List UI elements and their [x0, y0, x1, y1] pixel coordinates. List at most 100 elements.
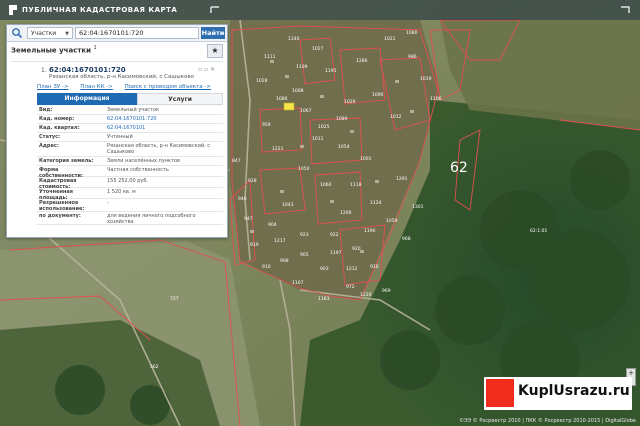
parcel-label: 1008	[292, 88, 304, 94]
info-label: Адрес:	[39, 143, 59, 149]
parcel-label: 1011	[312, 136, 324, 142]
info-label: по документу:	[39, 213, 81, 219]
watermark-logo-icon	[486, 379, 514, 407]
parcel-label: 1059	[386, 218, 398, 224]
info-row: Категория земель: Земли населённых пункто…	[37, 157, 223, 166]
info-label: Кад. номер:	[39, 116, 75, 122]
parcel-label: 969	[382, 288, 391, 294]
find-button[interactable]: Найти	[201, 27, 225, 39]
parcel-label: 1060	[320, 182, 332, 188]
info-value: -	[107, 200, 109, 206]
info-value: Земли населённых пунктов	[107, 158, 180, 164]
parcel-label: 1118	[350, 182, 362, 188]
parcel-label: 903	[320, 266, 329, 272]
parcel-label: 1054	[338, 144, 350, 150]
result-tabs: Информация Услуги	[37, 93, 223, 105]
parcel-label: 972	[346, 284, 355, 290]
parcel-label: 1086	[276, 96, 288, 102]
header-bar: ПУБЛИЧНАЯ КАДАСТРОВАЯ КАРТА	[0, 0, 640, 20]
info-label: Категория земель:	[39, 158, 94, 164]
parcel-label: 1220	[360, 292, 372, 298]
parcel-label: 1200	[340, 210, 352, 216]
results-count: 1	[93, 45, 97, 51]
search-input[interactable]	[75, 27, 199, 39]
parcel-label: 1027	[312, 46, 324, 52]
result-item[interactable]: 1. 62:04:1670101:720 Рязанская область, …	[11, 61, 223, 234]
fullscreen-icon[interactable]	[620, 6, 630, 14]
parcel-label: 1183	[318, 296, 330, 302]
parcel-label: 1012	[390, 114, 402, 120]
page-title: ПУБЛИЧНАЯ КАДАСТРОВАЯ КАРТА	[22, 6, 178, 14]
parcel-label: 62:1:01	[530, 228, 547, 234]
search-panel: Участки ▼ Найти Земельные участки 1 ★ 1.…	[6, 24, 228, 238]
info-label: Вид:	[39, 107, 53, 113]
parcel-label: 1067	[300, 108, 312, 114]
chevron-down-icon: ▼	[65, 31, 69, 37]
search-icon[interactable]	[11, 27, 23, 39]
result-tools-icon[interactable]: ▫▫✕	[198, 66, 217, 73]
info-value: для ведения личного подсобного хозяйства	[107, 213, 196, 225]
parcel-label: 1019	[420, 76, 432, 82]
link-plan-zu[interactable]: План ЗУ ->	[37, 84, 69, 90]
info-value: Учтенный	[107, 134, 133, 140]
parcel-label: 916	[370, 264, 379, 270]
result-address: Рязанская область, р-н Касимовский, с Са…	[49, 74, 194, 80]
favorite-star-icon[interactable]: ★	[207, 44, 223, 58]
parcel-label: 1190	[364, 228, 376, 234]
parcel-label: 1221	[272, 146, 284, 152]
info-value: Частная собственность	[107, 167, 169, 173]
parcel-label: 1021	[384, 36, 396, 42]
watermark-text: KuplUsrazu.ru	[518, 383, 630, 399]
parcel-label: 1080	[406, 30, 418, 36]
results-header: Земельные участки 1	[11, 45, 97, 54]
parcel-label: 1090	[372, 92, 384, 98]
result-cad-number[interactable]: 62:04:1670101:720	[49, 66, 126, 74]
parcel-label: 910	[262, 264, 271, 270]
info-value: Земельный участок	[107, 107, 160, 113]
parcel-label: 1050	[298, 166, 310, 172]
panel-collapse-icon[interactable]	[210, 6, 220, 14]
info-value: 155 252,00 руб.	[107, 178, 149, 184]
parcel-label: 920	[352, 246, 361, 252]
parcel-label: 919	[250, 242, 259, 248]
info-row: по документу: для ведения личного подсобн…	[37, 212, 223, 225]
parcel-label: 908	[280, 258, 289, 264]
parcel-label: 968	[402, 236, 411, 242]
rosreestr-logo-icon	[9, 5, 17, 15]
info-row: Статус: Учтенный	[37, 133, 223, 142]
parcel-label: 1217	[274, 238, 286, 244]
parcel-label: 905	[300, 252, 309, 258]
parcel-label: 904	[268, 222, 277, 228]
search-scope-select[interactable]: Участки ▼	[27, 27, 73, 39]
parcel-label: 922	[330, 232, 339, 238]
parcel-label: 1301	[412, 204, 424, 210]
info-table: Вид: Земельный участок Кад. номер: 62:04:16…	[37, 106, 223, 225]
info-row: Форма собственности: Частная собственност…	[37, 166, 223, 179]
zoom-in-button[interactable]: +	[627, 369, 635, 377]
parcel-label: 946	[238, 196, 247, 202]
map-copyright: ©ЭЭ © Росреестр 2010 | ПКК © Росреестр 2…	[459, 418, 636, 424]
tab-info[interactable]: Информация	[37, 93, 137, 105]
watermark: KuplUsrazu.ru	[484, 377, 632, 410]
info-label: Статус:	[39, 134, 61, 140]
info-row: Разрешенное использование: -	[37, 199, 223, 212]
info-row: Кад. квартал: 62:04:1670101	[37, 124, 223, 133]
info-row: Вид: Земельный участок	[37, 106, 223, 115]
parcel-label: 959	[262, 122, 271, 128]
tab-services[interactable]: Услуги	[137, 93, 223, 105]
link-search-object[interactable]: Поиск с проводом объекта ->	[125, 84, 211, 90]
parcel-label: 1167	[292, 280, 304, 286]
result-links: План ЗУ -> План КК -> Поиск с проводом о…	[37, 84, 223, 92]
info-value[interactable]: 62:04:1670101:720	[107, 116, 221, 122]
info-value[interactable]: 62:04:1670101	[107, 125, 221, 131]
parcel-label: 1089	[336, 116, 348, 122]
parcel-label: 928	[248, 178, 257, 184]
parcel-label: 847	[232, 158, 241, 164]
info-value: Рязанская область, р-н Касимовский, с Са…	[107, 143, 211, 155]
parcel-label: 923	[300, 232, 309, 238]
link-plan-kk[interactable]: План КК ->	[80, 84, 113, 90]
info-label: Кад. квартал:	[39, 125, 80, 131]
parcel-label: 1286	[356, 58, 368, 64]
parcel-label: 727	[170, 296, 179, 302]
parcel-label: 1212	[346, 266, 358, 272]
